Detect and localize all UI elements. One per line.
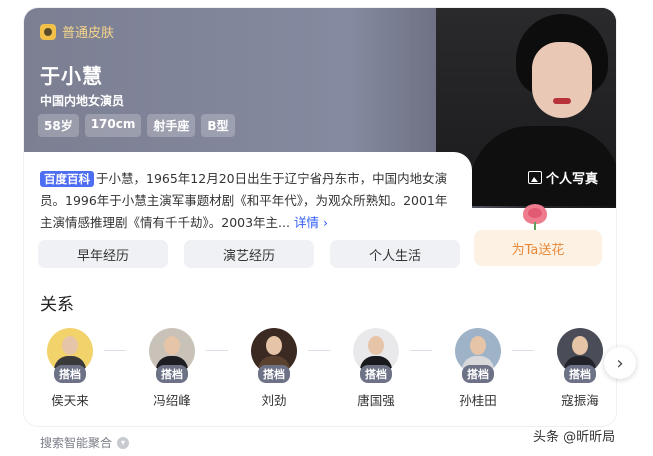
- relation-badge: 搭档: [156, 365, 188, 383]
- intro-text-block: 百度百科 于小慧，1965年12月20日出生于辽宁省丹东市，中国内地女演员。199…: [40, 168, 456, 234]
- portrait-shoulders: [470, 126, 616, 206]
- relation-name: 孙桂田: [459, 393, 497, 408]
- tab-acting-career[interactable]: 演艺经历: [184, 240, 314, 268]
- relation-badge: 搭档: [258, 365, 290, 383]
- tag-blood-type: B型: [201, 114, 235, 137]
- relation-name: 冯绍峰: [153, 393, 191, 408]
- picture-icon: [528, 171, 542, 184]
- footer: 搜索智能聚合 ▾: [40, 434, 130, 451]
- relation-name: 刘劲: [261, 393, 287, 408]
- photo-album-button[interactable]: 个人写真: [528, 168, 598, 187]
- relation-person[interactable]: 搭档 侯天来: [40, 328, 100, 409]
- baike-badge: 百度百科: [40, 171, 94, 187]
- relation-badge: 搭档: [462, 365, 494, 383]
- relation-name: 唐国强: [357, 393, 395, 408]
- portrait-face: [532, 42, 592, 118]
- relation-person[interactable]: 搭档 唐国强: [346, 328, 406, 409]
- skin-icon: [40, 23, 56, 40]
- relation-person[interactable]: 搭档 寇振海: [550, 328, 610, 409]
- person-tags: 58岁 170cm 射手座 B型: [38, 114, 235, 137]
- connector-line: [206, 350, 228, 351]
- baike-person-card: 普通皮肤 于小慧 中国内地女演员 58岁 170cm 射手座 B型 个人写真 百…: [24, 8, 616, 426]
- photo-album-label: 个人写真: [546, 172, 599, 187]
- tab-early-life[interactable]: 早年经历: [38, 240, 168, 268]
- connector-line: [308, 350, 330, 351]
- portrait-lips: [553, 98, 571, 104]
- connector-line: [410, 350, 432, 351]
- relation-person[interactable]: 搭档 冯绍峰: [142, 328, 202, 409]
- tag-age: 58岁: [38, 114, 79, 137]
- connector-line: [512, 350, 534, 351]
- tag-height: 170cm: [84, 114, 142, 137]
- tab-personal-life[interactable]: 个人生活: [330, 240, 460, 268]
- skin-selector[interactable]: 普通皮肤: [40, 22, 114, 41]
- details-link-label: 详情: [293, 215, 319, 230]
- skin-label: 普通皮肤: [62, 26, 115, 41]
- watermark: 头条 @昕昕局: [533, 430, 616, 445]
- relation-name: 寇振海: [561, 393, 599, 408]
- chevron-right-icon: ›: [322, 215, 328, 230]
- relation-person[interactable]: 搭档 孙桂田: [448, 328, 508, 409]
- connector-line: [104, 350, 126, 351]
- person-name: 于小慧: [40, 64, 103, 88]
- section-tabs: 早年经历 演艺经历 个人生活: [38, 240, 460, 268]
- chevron-down-icon[interactable]: ▾: [117, 436, 130, 449]
- chevron-right-icon: ›: [616, 352, 624, 374]
- relations-title: 关系: [40, 295, 74, 315]
- footer-text: 搜索智能聚合: [40, 436, 113, 450]
- relation-badge: 搭档: [54, 365, 86, 383]
- next-arrow-button[interactable]: ›: [604, 347, 636, 379]
- person-subtitle: 中国内地女演员: [40, 94, 125, 108]
- tag-zodiac: 射手座: [147, 114, 196, 137]
- relation-badge: 搭档: [564, 365, 596, 383]
- relations-row: 搭档 侯天来 搭档 冯绍峰 搭档 刘劲 搭档 唐国强 搭档 孙桂田 搭档 寇振海: [40, 328, 603, 418]
- send-flower-button[interactable]: 为Ta送花: [474, 230, 602, 266]
- details-link[interactable]: 详情 ›: [294, 215, 328, 230]
- relation-badge: 搭档: [360, 365, 392, 383]
- relation-person[interactable]: 搭档 刘劲: [244, 328, 304, 409]
- intro-text: 于小慧，1965年12月20日出生于辽宁省丹东市，中国内地女演员。1996年于小…: [40, 171, 448, 230]
- relation-name: 侯天来: [51, 393, 89, 408]
